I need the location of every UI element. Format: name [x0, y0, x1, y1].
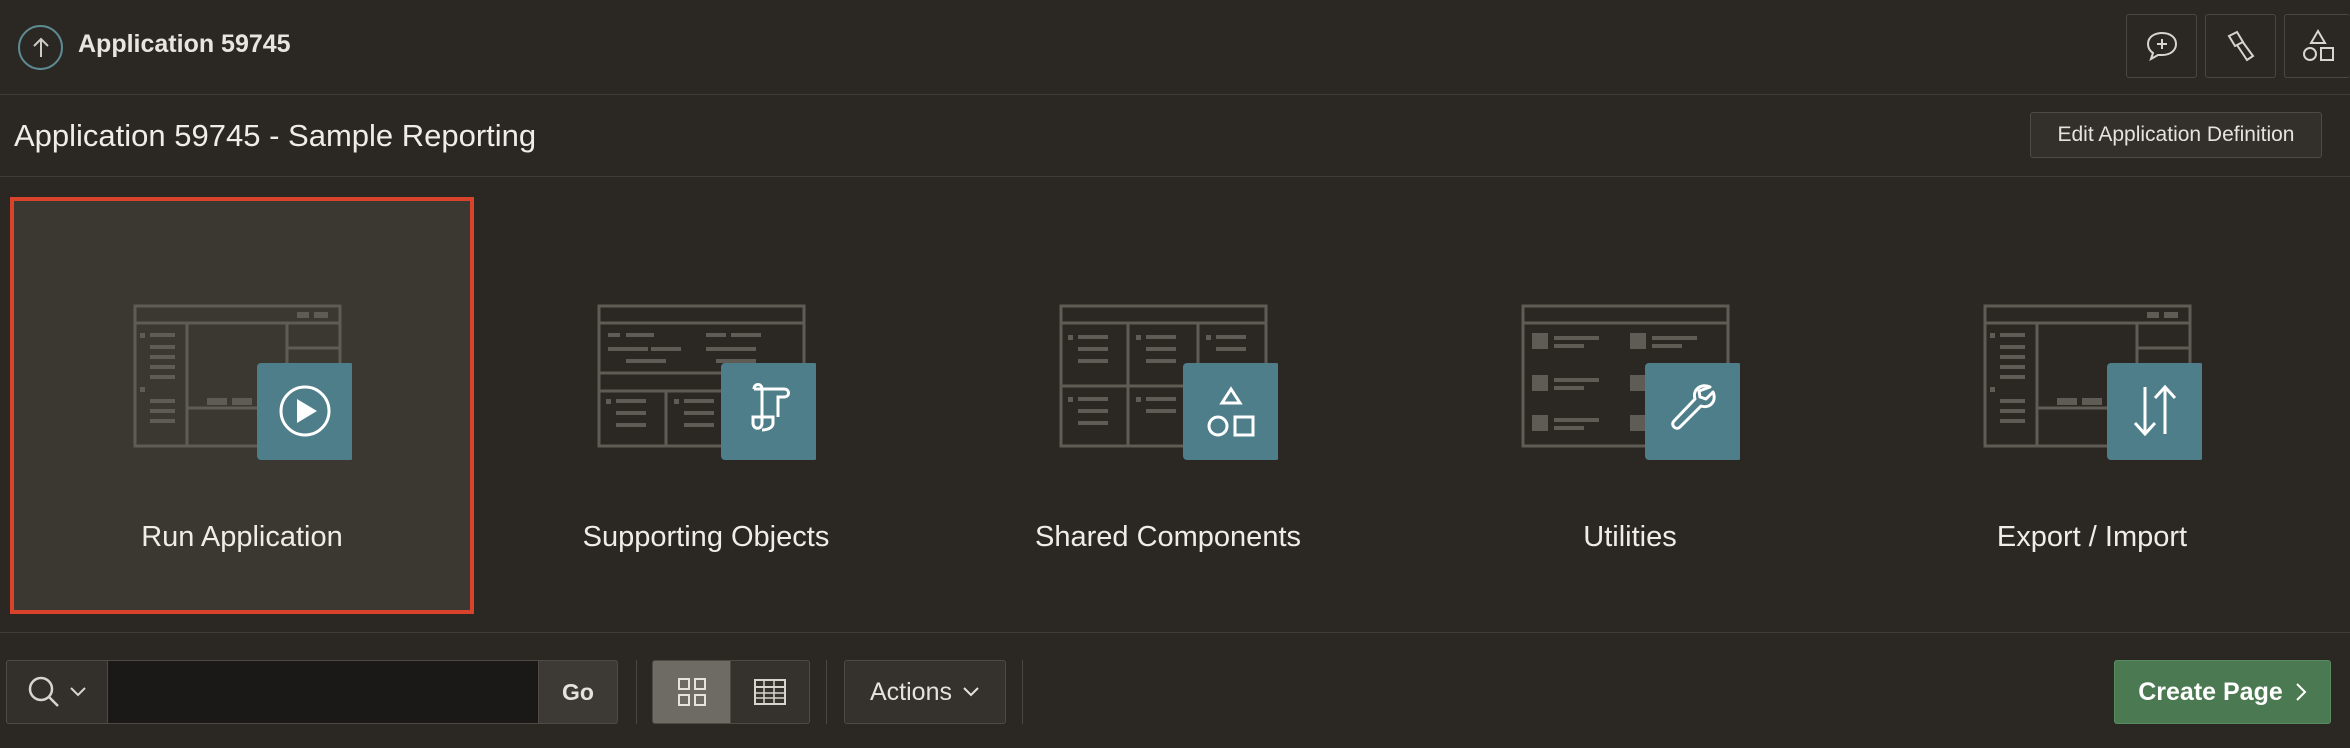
card-label: Run Application: [141, 521, 343, 553]
supporting-objects-illustration: [597, 304, 816, 460]
chevron-down-icon: [70, 687, 86, 697]
search-options-button[interactable]: [6, 660, 108, 724]
app-title: Application 59745: [78, 30, 291, 58]
actions-menu-button[interactable]: Actions: [844, 660, 1006, 724]
search-group: Go: [6, 660, 618, 724]
shared-components-button[interactable]: [2284, 14, 2350, 78]
search-flashlight-button[interactable]: [2205, 14, 2276, 78]
utilities-illustration: [1521, 304, 1740, 460]
card-shared-components[interactable]: Shared Components: [937, 198, 1399, 613]
toolbar-divider: [1022, 660, 1023, 724]
search-input[interactable]: [108, 660, 538, 724]
card-export-import[interactable]: Export / Import: [1861, 198, 2323, 613]
icon-view-button[interactable]: [652, 660, 731, 724]
navigate-up-button[interactable]: [18, 25, 63, 70]
bottom-toolbar: Go Actions Create Page: [0, 634, 2350, 748]
card-supporting-objects[interactable]: Supporting Objects: [475, 198, 937, 613]
card-run-application[interactable]: Run Application: [10, 197, 474, 614]
toolbar-divider: [826, 660, 827, 724]
page-subheader: Application 59745 - Sample Reporting Edi…: [0, 96, 2350, 177]
application-cards: Run Application Supporting Objects Share…: [0, 178, 2350, 633]
create-page-button[interactable]: Create Page: [2114, 660, 2331, 724]
export-import-illustration: [1983, 304, 2202, 460]
top-bar: Application 59745: [0, 0, 2350, 95]
chevron-right-icon: [2296, 683, 2307, 701]
run-application-illustration: [133, 304, 352, 460]
shapes-icon: [2302, 29, 2334, 61]
chevron-down-icon: [963, 687, 979, 697]
edit-application-definition-button[interactable]: Edit Application Definition: [2030, 112, 2322, 158]
view-toggle: [652, 660, 810, 724]
feedback-button[interactable]: [2126, 14, 2197, 78]
search-icon: [28, 676, 59, 707]
arrow-up-icon: [32, 37, 49, 57]
card-label: Shared Components: [1035, 521, 1301, 553]
create-page-label: Create Page: [2138, 677, 2283, 706]
table-icon: [754, 679, 786, 705]
card-utilities[interactable]: Utilities: [1399, 198, 1861, 613]
card-label: Utilities: [1583, 521, 1677, 553]
flashlight-icon: [2227, 30, 2254, 62]
actions-label: Actions: [870, 677, 952, 706]
card-label: Supporting Objects: [582, 521, 830, 553]
page-title: Application 59745 - Sample Reporting: [14, 118, 537, 153]
toolbar-divider: [636, 660, 637, 724]
shared-components-illustration: [1059, 304, 1278, 460]
go-button[interactable]: Go: [538, 660, 618, 724]
report-view-button[interactable]: [731, 660, 810, 724]
comment-plus-icon: [2146, 31, 2177, 62]
grid-icon: [677, 678, 706, 706]
card-label: Export / Import: [1996, 521, 2188, 553]
